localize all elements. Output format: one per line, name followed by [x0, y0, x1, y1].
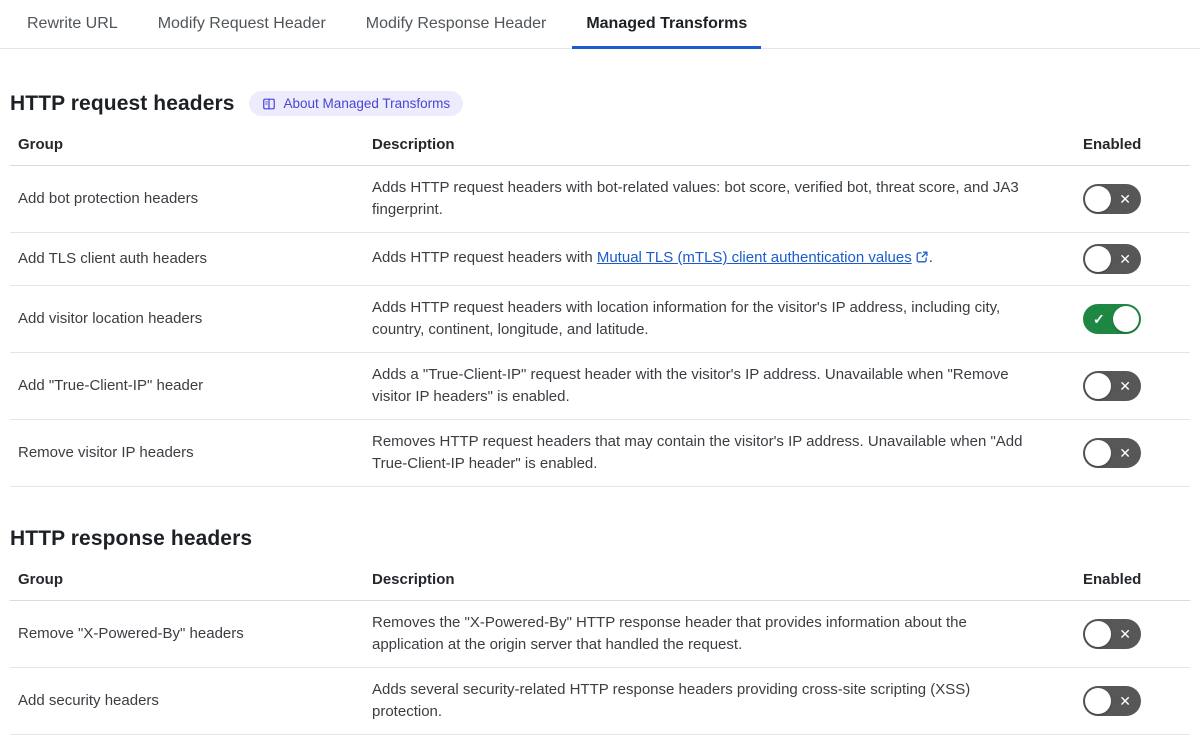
request-headers-table: Group Description Enabled Add bot protec… — [10, 126, 1190, 487]
tab-modify-request-header[interactable]: Modify Request Header — [144, 0, 340, 48]
external-link-icon — [915, 251, 929, 268]
table-row: Add "True-Client-IP" header Adds a "True-… — [10, 352, 1190, 420]
http-response-headers-section: HTTP response headers Group Description … — [10, 527, 1190, 735]
toggle-remove-visitor-ip-headers[interactable]: ✕ — [1083, 438, 1141, 468]
managed-transforms-panel: HTTP request headers About Managed Trans… — [0, 91, 1200, 735]
toggle-knob — [1085, 621, 1111, 647]
toggle-add-bot-protection-headers[interactable]: ✕ — [1083, 184, 1141, 214]
check-icon: ✓ — [1093, 311, 1105, 327]
enabled-cell: ✕ — [1075, 600, 1190, 668]
request-section-title: HTTP request headers — [10, 91, 235, 115]
book-icon — [262, 97, 276, 111]
column-header-enabled: Enabled — [1075, 561, 1190, 601]
about-managed-transforms-label: About Managed Transforms — [283, 96, 451, 111]
toggle-add-visitor-location-headers[interactable]: ✓ — [1083, 304, 1141, 334]
toggle-knob — [1085, 186, 1111, 212]
toggle-knob — [1085, 246, 1111, 272]
group-cell: Add bot protection headers — [10, 165, 364, 233]
response-section-title: HTTP response headers — [10, 527, 253, 550]
toggle-knob — [1085, 373, 1111, 399]
tab-rewrite-url[interactable]: Rewrite URL — [13, 0, 132, 48]
enabled-cell: ✕ — [1075, 419, 1190, 487]
description-cell: Adds HTTP request headers with location … — [364, 285, 1075, 353]
table-row: Add bot protection headers Adds HTTP requ… — [10, 165, 1190, 233]
table-row: Add visitor location headers Adds HTTP re… — [10, 285, 1190, 353]
about-managed-transforms-link[interactable]: About Managed Transforms — [248, 91, 464, 116]
group-cell: Remove visitor IP headers — [10, 419, 364, 487]
x-icon: ✕ — [1119, 445, 1131, 461]
description-link[interactable]: Mutual TLS (mTLS) client authentication … — [597, 249, 912, 266]
column-header-group: Group — [10, 126, 364, 166]
toggle-add-tls-client-auth-headers[interactable]: ✕ — [1083, 244, 1141, 274]
group-cell: Add security headers — [10, 667, 364, 735]
response-headers-table: Group Description Enabled Remove "X-Powe… — [10, 561, 1190, 735]
toggle-knob — [1085, 440, 1111, 466]
enabled-cell: ✕ — [1075, 352, 1190, 420]
description-cell: Adds several security-related HTTP respo… — [364, 667, 1075, 735]
table-row: Add TLS client auth headers Adds HTTP req… — [10, 232, 1190, 286]
group-cell: Remove "X-Powered-By" headers — [10, 600, 364, 668]
enabled-cell: ✕ — [1075, 667, 1190, 735]
group-cell: Add visitor location headers — [10, 285, 364, 353]
tab-managed-transforms[interactable]: Managed Transforms — [572, 0, 762, 49]
description-cell: Adds HTTP request headers with Mutual TL… — [364, 232, 1075, 286]
x-icon: ✕ — [1119, 693, 1131, 709]
description-cell: Removes the "X-Powered-By" HTTP response… — [364, 600, 1075, 668]
description-cell: Removes HTTP request headers that may co… — [364, 419, 1075, 487]
transform-rules-tabbar: Rewrite URL Modify Request Header Modify… — [0, 0, 1200, 49]
column-header-description: Description — [364, 561, 1075, 601]
enabled-cell: ✓ — [1075, 285, 1190, 353]
http-request-headers-section: HTTP request headers About Managed Trans… — [10, 91, 1190, 487]
table-row: Add security headers Adds several securit… — [10, 667, 1190, 735]
toggle-knob — [1113, 306, 1139, 332]
group-cell: Add TLS client auth headers — [10, 232, 364, 286]
x-icon: ✕ — [1119, 626, 1131, 642]
group-cell: Add "True-Client-IP" header — [10, 352, 364, 420]
x-icon: ✕ — [1119, 191, 1131, 207]
toggle-knob — [1085, 688, 1111, 714]
table-row: Remove visitor IP headers Removes HTTP re… — [10, 419, 1190, 487]
toggle-remove-x-powered-by-headers[interactable]: ✕ — [1083, 619, 1141, 649]
column-header-enabled: Enabled — [1075, 126, 1190, 166]
column-header-description: Description — [364, 126, 1075, 166]
x-icon: ✕ — [1119, 251, 1131, 267]
column-header-group: Group — [10, 561, 364, 601]
enabled-cell: ✕ — [1075, 165, 1190, 233]
table-row: Remove "X-Powered-By" headers Removes the… — [10, 600, 1190, 668]
toggle-add-true-client-ip-header[interactable]: ✕ — [1083, 371, 1141, 401]
x-icon: ✕ — [1119, 378, 1131, 394]
toggle-add-security-headers[interactable]: ✕ — [1083, 686, 1141, 716]
enabled-cell: ✕ — [1075, 232, 1190, 286]
description-cell: Adds HTTP request headers with bot-relat… — [364, 165, 1075, 233]
tab-modify-response-header[interactable]: Modify Response Header — [352, 0, 561, 48]
description-cell: Adds a "True-Client-IP" request header w… — [364, 352, 1075, 420]
